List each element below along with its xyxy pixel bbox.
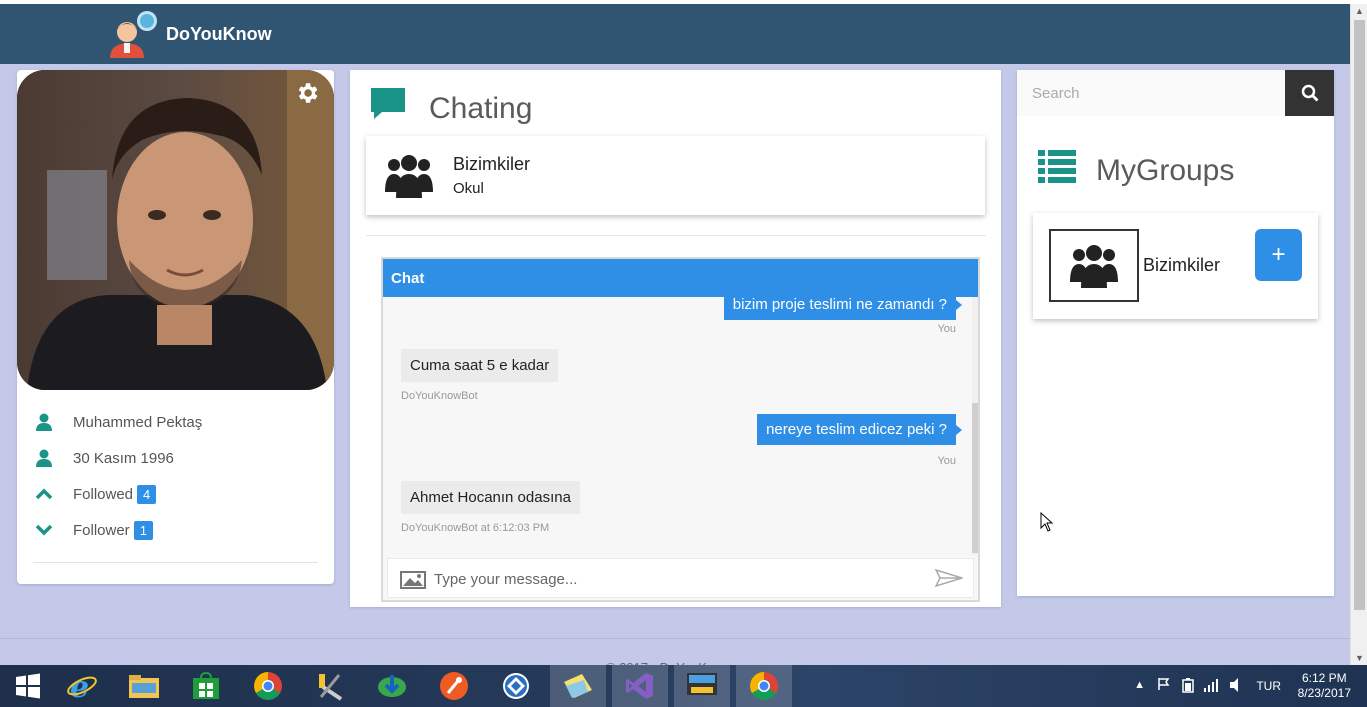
start-button[interactable] [0,665,56,707]
profile-photo-image [17,70,334,390]
add-group-button[interactable]: + [1255,229,1302,281]
message-meta: You [937,455,956,467]
user-icon [33,413,73,431]
chrome-icon[interactable] [240,665,296,707]
search-button[interactable] [1285,70,1334,116]
send-icon[interactable] [934,568,965,592]
download-manager-icon[interactable] [364,665,420,707]
active-group-card[interactable]: Bizimkiler Okul [366,136,985,215]
footer-divider [0,638,1350,639]
clock-time: 6:12 PM [1301,671,1347,685]
chevron-up-icon [33,487,73,501]
group-avatar [1049,229,1139,302]
message-scrollbar[interactable] [972,297,978,555]
file-explorer-icon[interactable] [116,665,172,707]
followed-count-badge: 4 [137,484,157,504]
follower-label[interactable]: Follower [73,522,130,539]
brand-logo[interactable] [106,10,160,60]
active-group-subtitle: Okul [453,180,484,197]
mygroups-title: MyGroups [1096,154,1235,187]
profile-birthdate-row: 30 Kasım 1996 [33,440,323,476]
message-bubble-received: Cuma saat 5 e kadar [401,349,559,382]
followed-row[interactable]: Followed 4 [33,476,323,512]
list-icon [1038,150,1076,189]
chat-box-header: Chat [383,259,978,297]
followed-label[interactable]: Followed [73,486,133,503]
remote-app-icon[interactable] [488,665,544,707]
groups-panel: MyGroups Bizimkiler + [1017,70,1334,596]
chat-heading [368,86,408,122]
postman-icon[interactable] [426,665,482,707]
clock-date: 8/23/2017 [1297,686,1351,700]
search-icon [1301,84,1318,102]
store-icon[interactable] [178,665,234,707]
internet-explorer-icon[interactable]: e [54,665,110,707]
visual-studio-icon[interactable] [612,665,668,707]
message-meta: You [937,323,956,335]
sticky-notes-icon[interactable] [550,665,606,707]
message-bubble-sent: nereye teslim edicez peki ? [757,414,962,445]
comment-icon [371,88,405,119]
page-scrollbar[interactable]: ▲ ▼ [1350,4,1367,665]
profile-name: Muhammed Pektaş [73,413,203,431]
logo-icon [110,11,157,58]
chrome-active-icon[interactable] [736,665,792,707]
profile-photo [17,70,334,390]
message-bubble-sent: bizim proje teslimi ne zamandı ? [723,297,963,320]
app-title[interactable]: DoYouKnow [166,24,272,45]
chat-box: Chat bizim proje teslimi ne zamandı ? Yo… [381,257,980,602]
language-indicator[interactable]: TUR [1256,679,1281,693]
settings-gear-icon[interactable] [294,80,320,106]
taskbar: e ▲ TUR 6:12 PM 8/23/2017 [0,665,1367,707]
tray-expand-icon[interactable]: ▲ [1134,679,1145,691]
scroll-up-icon[interactable]: ▲ [1355,6,1364,16]
chat-heading-title: Chating [429,92,533,125]
svg-text:e: e [70,671,89,701]
scrollbar-thumb[interactable] [1354,20,1365,610]
user-icon [33,449,73,467]
follower-count-badge: 1 [133,520,153,540]
server-app-icon[interactable] [674,665,730,707]
attach-image-icon[interactable] [400,571,426,594]
group-card[interactable]: Bizimkiler + [1033,213,1318,319]
group-icon [384,152,434,205]
mouse-cursor-icon [1040,511,1054,537]
chat-panel: Chating Bizimkiler Okul Chat bizim proje… [350,70,1001,607]
follower-row[interactable]: Follower 1 [33,512,323,548]
navbar: DoYouKnow [0,4,1350,64]
active-group-name: Bizimkiler [453,154,531,174]
profile-divider [33,562,318,563]
message-input[interactable] [434,567,914,591]
volume-icon[interactable] [1229,677,1243,696]
battery-icon[interactable] [1181,677,1195,696]
profile-name-row: Muhammed Pektaş [33,404,323,440]
group-icon [1070,244,1118,288]
message-bubble-received: Ahmet Hocanın odasına [401,481,580,514]
profile-birthdate: 30 Kasım 1996 [73,449,174,467]
signal-icon[interactable] [1203,678,1219,695]
message-scrollbar-thumb[interactable] [972,403,978,553]
flag-icon[interactable] [1157,677,1171,694]
message-composer [387,558,974,598]
tools-icon[interactable] [302,665,358,707]
message-meta: DoYouKnowBot [401,390,478,402]
chevron-down-icon [33,523,73,537]
windows-logo-icon [16,673,40,699]
clock[interactable]: 6:12 PM 8/23/2017 [1298,671,1351,701]
search-input[interactable] [1017,70,1285,116]
message-list[interactable]: bizim proje teslimi ne zamandı ? You Cum… [383,297,978,555]
chat-divider [366,235,986,236]
message-meta: DoYouKnowBot at 6:12:03 PM [401,522,550,534]
profile-info-list: Muhammed Pektaş 30 Kasım 1996 Followed 4… [33,404,323,548]
profile-card: Muhammed Pektaş 30 Kasım 1996 Followed 4… [17,70,334,584]
scroll-down-icon[interactable]: ▼ [1355,653,1364,663]
group-name: Bizimkiler [1143,255,1221,275]
